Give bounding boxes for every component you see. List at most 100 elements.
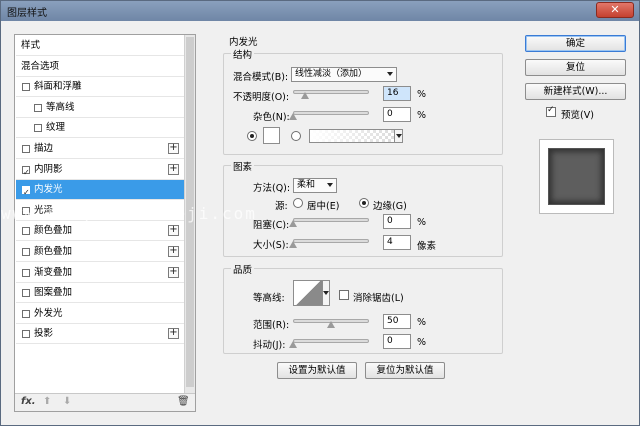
style-checkbox[interactable] — [22, 83, 30, 92]
style-list-item[interactable]: 内发光 — [16, 180, 184, 203]
style-list-item[interactable]: 光泽 — [16, 201, 184, 221]
choke-slider[interactable] — [293, 218, 369, 222]
gradient-dropdown-icon[interactable] — [394, 130, 402, 142]
range-label: 范围(R): — [253, 320, 290, 331]
close-button[interactable]: ✕ — [596, 2, 634, 18]
add-style-icon[interactable]: + — [168, 328, 179, 340]
title-bar[interactable]: 图层样式 ✕ — [1, 1, 639, 21]
preview-label[interactable]: 预览(V) — [561, 107, 594, 121]
structure-title: 结构 — [231, 47, 255, 61]
jitter-slider[interactable] — [293, 339, 369, 343]
move-up-icon[interactable]: ⬆ — [43, 396, 51, 407]
style-item-label: 投影 — [34, 328, 54, 340]
style-item-label: 样式 — [21, 40, 41, 51]
size-input[interactable]: 4 — [383, 235, 411, 250]
jitter-slider-thumb[interactable] — [289, 341, 297, 348]
glow-color-swatch[interactable] — [263, 127, 280, 144]
style-list-panel: 样式混合选项斜面和浮雕等高线纹理描边+内阴影+内发光光泽颜色叠加+颜色叠加+渐变… — [14, 34, 196, 412]
move-down-icon[interactable]: ⬇ — [63, 396, 71, 407]
style-list-item[interactable]: 图案叠加 — [16, 283, 184, 304]
style-checkbox[interactable] — [22, 145, 30, 153]
style-item-label: 斜面和浮雕 — [34, 81, 82, 93]
noise-slider[interactable] — [293, 111, 369, 115]
style-list-footer: fx. ⬆ ⬇ 🗑 — [15, 393, 195, 411]
method-select[interactable]: 柔和 — [293, 178, 337, 193]
source-center-label[interactable]: 居中(E) — [307, 198, 339, 212]
add-style-icon[interactable]: + — [168, 143, 179, 154]
add-style-icon[interactable]: + — [168, 266, 179, 278]
style-list-item[interactable]: 颜色叠加 + — [16, 221, 184, 242]
antialias-label[interactable]: 消除锯齿(L) — [353, 290, 404, 304]
source-center-radio[interactable] — [293, 198, 303, 208]
style-list-item[interactable]: 样式 — [16, 36, 184, 56]
fx-icon[interactable]: fx. — [21, 396, 36, 407]
noise-input[interactable]: 0 — [383, 107, 411, 122]
style-list-item[interactable]: 描边 + — [16, 139, 184, 159]
add-style-icon[interactable]: + — [168, 246, 179, 257]
scrollbar-thumb[interactable] — [186, 37, 194, 387]
jitter-input[interactable]: 0 — [383, 334, 411, 349]
method-label: 方法(Q): — [253, 183, 291, 194]
size-slider[interactable] — [293, 239, 369, 243]
ok-button[interactable]: 确定 — [525, 35, 626, 52]
style-list-item[interactable]: 纹理 — [16, 118, 184, 139]
antialias-checkbox[interactable] — [339, 290, 349, 300]
gradient-radio[interactable] — [291, 131, 301, 141]
new-style-button[interactable]: 新建样式(W)... — [525, 83, 626, 100]
style-checkbox[interactable] — [34, 103, 42, 112]
jitter-unit: % — [417, 337, 427, 348]
blend-mode-select[interactable]: 线性减淡（添加） — [291, 67, 397, 82]
range-input[interactable]: 50 — [383, 314, 411, 329]
style-checkbox[interactable] — [22, 206, 30, 215]
chevron-down-icon — [387, 72, 393, 76]
contour-label: 等高线: — [253, 293, 285, 304]
style-list-item[interactable]: 渐变叠加 + — [16, 263, 184, 283]
style-item-label: 颜色叠加 — [34, 225, 73, 237]
opacity-input[interactable]: 16 — [383, 86, 411, 101]
style-checkbox[interactable] — [22, 330, 30, 339]
source-edge-label[interactable]: 边缘(G) — [373, 198, 407, 212]
preview-checkbox[interactable] — [546, 105, 556, 117]
style-checkbox[interactable] — [34, 124, 42, 133]
make-default-button[interactable]: 设置为默认值 — [277, 362, 357, 379]
choke-input[interactable]: 0 — [383, 214, 411, 229]
style-checkbox[interactable] — [22, 289, 30, 298]
reset-button[interactable]: 复位 — [525, 59, 626, 76]
style-list-item[interactable]: 投影 + — [16, 324, 184, 345]
opacity-slider-thumb[interactable] — [301, 92, 310, 99]
add-style-icon[interactable]: + — [168, 163, 179, 175]
noise-unit: % — [417, 110, 427, 121]
contour-picker[interactable] — [293, 280, 323, 306]
choke-label: 阻塞(C): — [253, 220, 290, 231]
style-list-scrollbar[interactable] — [184, 35, 195, 395]
style-item-label: 混合选项 — [21, 60, 60, 72]
style-checkbox[interactable] — [22, 268, 30, 277]
style-list-item[interactable]: 外发光 — [16, 304, 184, 324]
style-list-item[interactable]: 颜色叠加 + — [16, 242, 184, 262]
choke-unit: % — [417, 217, 427, 228]
style-item-label: 等高线 — [46, 101, 75, 113]
style-list-item[interactable]: 等高线 — [16, 98, 184, 118]
size-slider-thumb[interactable] — [289, 241, 297, 248]
choke-slider-thumb[interactable] — [289, 220, 297, 227]
blend-mode-label: 混合模式(B): — [233, 72, 289, 83]
style-list-item[interactable]: 混合选项 — [16, 57, 184, 77]
range-slider-thumb[interactable] — [327, 321, 335, 328]
glow-gradient-picker[interactable] — [309, 129, 403, 143]
contour-dropdown-icon[interactable] — [323, 280, 330, 306]
style-checkbox[interactable] — [22, 183, 30, 203]
style-list-item[interactable]: 斜面和浮雕 — [16, 77, 184, 98]
chevron-down-icon — [327, 183, 333, 187]
style-list-item[interactable]: 内阴影 + — [16, 160, 184, 183]
style-checkbox[interactable] — [22, 248, 30, 256]
style-item-label: 内发光 — [34, 184, 63, 196]
style-checkbox[interactable] — [22, 227, 30, 236]
style-checkbox[interactable] — [22, 163, 30, 183]
reset-default-button[interactable]: 复位为默认值 — [365, 362, 445, 379]
trash-icon[interactable]: 🗑 — [177, 396, 190, 407]
add-style-icon[interactable]: + — [168, 225, 179, 237]
solid-color-radio[interactable] — [247, 131, 257, 141]
noise-slider-thumb[interactable] — [289, 113, 297, 120]
source-edge-radio[interactable] — [359, 198, 369, 208]
style-checkbox[interactable] — [22, 309, 30, 318]
